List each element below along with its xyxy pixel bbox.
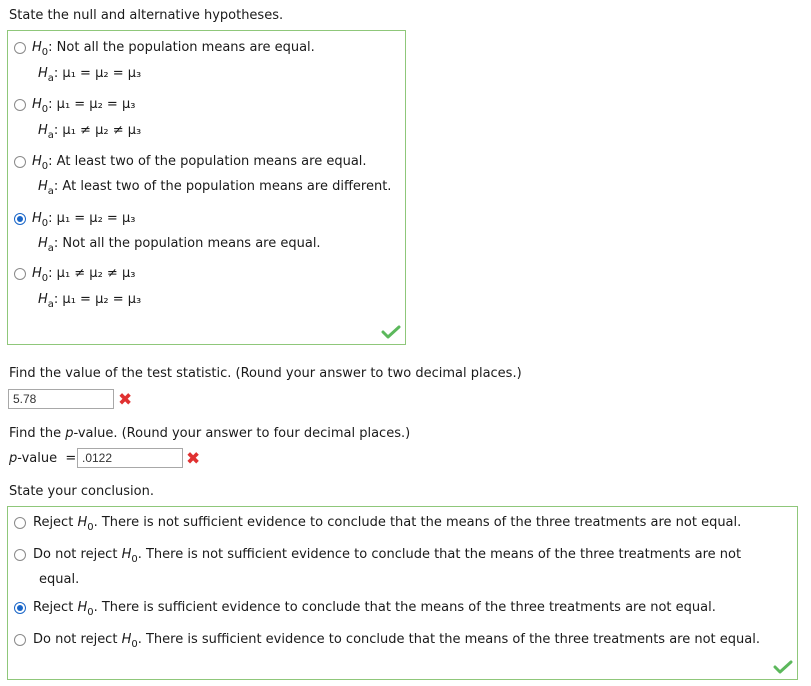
q3-prompt: Find the p-value. (Round your answer to …: [9, 426, 411, 441]
checkmark-icon: [381, 325, 401, 339]
q4-opt1-text: Reject H0. There is not sufficient evide…: [33, 515, 742, 533]
q1-prompt: State the null and alternative hypothese…: [9, 8, 284, 23]
q4-radio-3[interactable]: [14, 602, 26, 614]
q4-radio-1[interactable]: [14, 517, 26, 529]
q4-prompt: State your conclusion.: [9, 484, 154, 499]
q1-opt2-h0: H0: μ₁ = μ₂ = μ₃: [32, 97, 136, 115]
q1-radio-3[interactable]: [14, 156, 26, 168]
checkmark-icon: [773, 660, 793, 674]
x-mark-icon: ✖: [118, 390, 133, 410]
p-value-input[interactable]: .0122: [77, 448, 183, 468]
q1-radio-4[interactable]: [14, 213, 26, 225]
q1-opt1-h0: H0: Not all the population means are equ…: [32, 40, 315, 58]
q1-opt4-ha: Ha: Not all the population means are equ…: [38, 236, 321, 254]
q1-radio-1[interactable]: [14, 42, 26, 54]
x-mark-icon: ✖: [186, 449, 201, 469]
q4-opt2-text-cont: equal.: [39, 572, 80, 587]
q2-prompt: Find the value of the test statistic. (R…: [9, 366, 522, 381]
q1-options-box: H0: Not all the population means are equ…: [7, 30, 406, 345]
q4-radio-4[interactable]: [14, 634, 26, 646]
q4-opt3-text: Reject H0. There is sufficient evidence …: [33, 600, 716, 618]
q1-opt3-h0: H0: At least two of the population means…: [32, 154, 367, 172]
q1-opt5-h0: H0: μ₁ ≠ μ₂ ≠ μ₃: [32, 266, 136, 284]
q4-opt2-text: Do not reject H0. There is not sufficien…: [33, 547, 742, 565]
q1-opt2-ha: Ha: μ₁ ≠ μ₂ ≠ μ₃: [38, 123, 142, 141]
q1-opt5-ha: Ha: μ₁ = μ₂ = μ₃: [38, 292, 142, 310]
q1-radio-2[interactable]: [14, 99, 26, 111]
q1-radio-5[interactable]: [14, 268, 26, 280]
q1-opt4-h0: H0: μ₁ = μ₂ = μ₃: [32, 211, 136, 229]
p-value-label: p-value =: [9, 451, 77, 466]
q1-opt3-ha: Ha: At least two of the population means…: [38, 179, 392, 197]
q1-opt1-ha: Ha: μ₁ = μ₂ = μ₃: [38, 66, 142, 84]
q4-options-box: Reject H0. There is not sufficient evide…: [7, 506, 798, 680]
q4-radio-2[interactable]: [14, 549, 26, 561]
test-statistic-input[interactable]: 5.78: [8, 389, 114, 409]
q4-opt4-text: Do not reject H0. There is sufficient ev…: [33, 632, 760, 650]
